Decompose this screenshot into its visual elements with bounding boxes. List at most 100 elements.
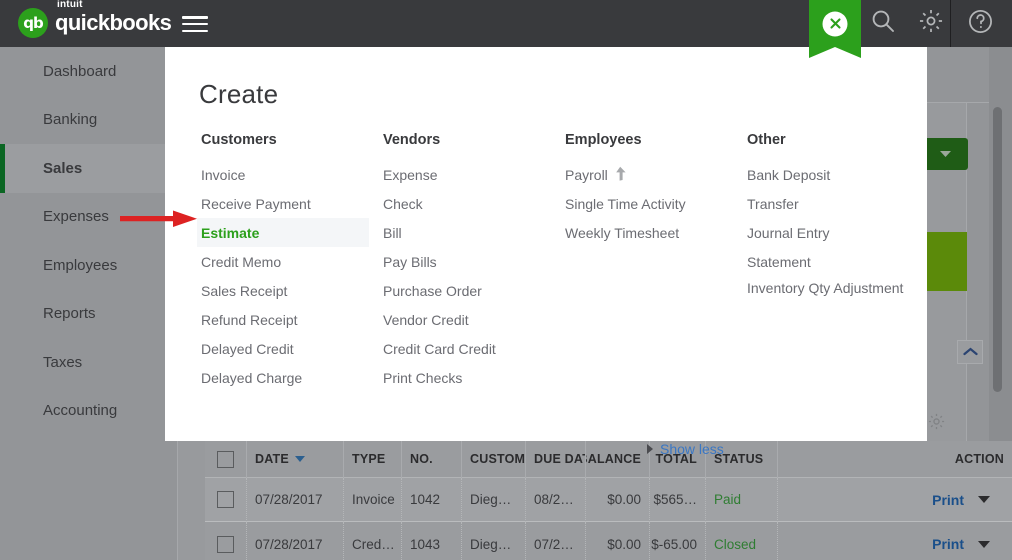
annotation-arrow — [118, 206, 202, 237]
create-link-purchase-order[interactable]: Purchase Order — [381, 276, 563, 305]
gear-icon — [918, 8, 944, 39]
create-column-customers: Customers Invoice Receive Payment Estima… — [197, 132, 381, 392]
close-button[interactable] — [822, 11, 848, 36]
create-link-receive-payment[interactable]: Receive Payment — [199, 189, 381, 218]
create-link-print-checks[interactable]: Print Checks — [381, 363, 563, 392]
row-checkbox[interactable] — [217, 491, 234, 508]
chevron-down-icon[interactable] — [978, 540, 990, 548]
create-link-bank-deposit[interactable]: Bank Deposit — [745, 160, 927, 189]
row-select-cell[interactable] — [205, 522, 247, 560]
status-badge: Closed — [706, 522, 778, 560]
column-header-date[interactable]: DATE — [247, 440, 344, 478]
create-link-delayed-credit[interactable]: Delayed Credit — [199, 334, 381, 363]
table-row[interactable]: 07/28/2017 Cred… 1043 Dieg… 07/2… $0.00 … — [205, 522, 1012, 560]
link-label: Vendor Credit — [383, 311, 469, 328]
sidebar-item-label: Banking — [43, 111, 98, 129]
column-header-no[interactable]: NO. — [402, 440, 462, 478]
create-link-check[interactable]: Check — [381, 189, 563, 218]
gear-icon[interactable] — [927, 412, 946, 436]
create-link-sales-receipt[interactable]: Sales Receipt — [199, 276, 381, 305]
select-all-checkbox[interactable] — [217, 450, 234, 468]
settings-button[interactable] — [906, 0, 956, 47]
qb-logo-icon: qb — [18, 8, 48, 38]
show-less-toggle[interactable]: Show less — [647, 441, 724, 457]
link-label: Payroll — [565, 166, 608, 183]
sidebar-item-label: Dashboard — [43, 62, 117, 80]
help-button[interactable] — [955, 0, 1005, 47]
print-link[interactable]: Print — [932, 536, 964, 552]
link-label: Journal Entry — [747, 224, 830, 241]
link-label: Pay Bills — [383, 253, 437, 270]
column-header-type[interactable]: TYPE — [344, 440, 402, 478]
column-heading: Employees — [565, 132, 642, 148]
quickbooks-logo[interactable]: qb intuit quickbooks — [18, 0, 172, 38]
link-label: Estimate — [201, 224, 260, 241]
create-link-credit-card-credit[interactable]: Credit Card Credit — [381, 334, 563, 363]
create-link-expense[interactable]: Expense — [381, 160, 563, 189]
link-label: Receive Payment — [201, 195, 311, 212]
create-link-payroll[interactable]: Payroll — [563, 160, 745, 189]
create-link-delayed-charge[interactable]: Delayed Charge — [199, 363, 381, 392]
sidebar-item-dashboard[interactable]: Dashboard — [0, 47, 165, 96]
cell-customer: Dieg… — [462, 477, 526, 522]
intuit-label: intuit — [57, 0, 83, 10]
create-link-vendor-credit[interactable]: Vendor Credit — [381, 305, 563, 334]
background-action-button[interactable] — [923, 232, 967, 291]
cell-no: 1042 — [402, 477, 462, 522]
sidebar-item-sales[interactable]: Sales — [0, 144, 165, 193]
create-link-transfer[interactable]: Transfer — [745, 189, 927, 218]
create-link-credit-memo[interactable]: Credit Memo — [199, 247, 381, 276]
create-link-pay-bills[interactable]: Pay Bills — [381, 247, 563, 276]
column-heading: Other — [747, 132, 786, 148]
link-label: Expense — [383, 166, 438, 183]
create-link-journal-entry[interactable]: Journal Entry — [745, 218, 927, 247]
cell-action[interactable]: Print — [778, 478, 1012, 522]
cell-action[interactable]: Print — [778, 522, 1012, 560]
table-row[interactable]: 07/28/2017 Invoice 1042 Dieg… 08/2… $0.0… — [205, 477, 1012, 522]
cell-balance: $0.00 — [586, 477, 650, 522]
sidebar-item-reports[interactable]: Reports — [0, 290, 165, 339]
create-link-refund-receipt[interactable]: Refund Receipt — [199, 305, 381, 334]
create-link-single-time-activity[interactable]: Single Time Activity — [563, 189, 745, 218]
background-collapse-button[interactable] — [957, 340, 983, 364]
column-heading: Vendors — [383, 132, 441, 148]
create-column-employees: Employees Payroll Single Time Activity W… — [563, 132, 745, 392]
link-label: Single Time Activity — [565, 195, 686, 212]
vertical-scrollbar[interactable] — [993, 107, 1002, 392]
hamburger-bar — [182, 22, 208, 26]
link-label: Credit Memo — [201, 253, 282, 270]
column-header-customer[interactable]: CUSTOMER — [462, 440, 526, 478]
search-icon — [870, 8, 896, 39]
create-link-estimate[interactable]: Estimate — [197, 218, 369, 247]
search-button[interactable] — [858, 0, 908, 47]
sidebar-item-banking[interactable]: Banking — [0, 96, 165, 145]
create-link-invoice[interactable]: Invoice — [199, 160, 381, 189]
cell-date: 07/28/2017 — [247, 477, 344, 522]
sidebar-item-employees[interactable]: Employees — [0, 241, 165, 290]
chevron-down-icon[interactable] — [978, 496, 990, 503]
print-link[interactable]: Print — [932, 492, 964, 508]
create-close-tab[interactable] — [809, 0, 861, 58]
create-link-inventory-qty-adjustment[interactable]: Inventory Qty Adjustment — [745, 276, 927, 322]
link-label: Purchase Order — [383, 282, 482, 299]
hamburger-bar — [182, 29, 208, 32]
create-link-bill[interactable]: Bill — [381, 218, 563, 247]
sidebar-item-taxes[interactable]: Taxes — [0, 338, 165, 387]
column-header-due-date[interactable]: DUE DATE — [526, 440, 586, 478]
hamburger-menu-icon[interactable] — [182, 14, 208, 34]
sidebar-item-accounting[interactable]: Accounting — [0, 387, 165, 436]
column-header-balance[interactable]: BALANCE — [586, 440, 650, 478]
help-circle-icon — [967, 8, 994, 40]
background-dropdown-button[interactable] — [923, 138, 968, 170]
cell-date: 07/28/2017 — [247, 522, 344, 560]
sidebar-item-label: Accounting — [43, 402, 118, 420]
select-all-header[interactable] — [205, 440, 247, 478]
create-link-statement[interactable]: Statement — [745, 247, 927, 276]
create-link-weekly-timesheet[interactable]: Weekly Timesheet — [563, 218, 745, 247]
link-label: Check — [383, 195, 423, 212]
main-sidebar: Dashboard Banking Sales Expenses Employe… — [0, 47, 165, 560]
triangle-right-icon — [647, 444, 653, 454]
row-checkbox[interactable] — [217, 535, 234, 553]
row-select-cell[interactable] — [205, 477, 247, 522]
cell-due-date: 08/2… — [526, 477, 586, 522]
